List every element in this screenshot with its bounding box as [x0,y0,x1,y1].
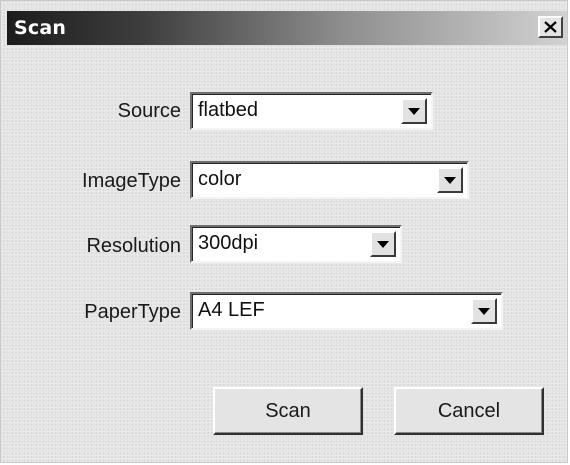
paper-type-dropdown[interactable]: A4 LEF [190,292,503,330]
source-dropdown-arrow[interactable] [401,98,427,124]
resolution-dropdown-arrow[interactable] [370,231,396,257]
resolution-dropdown[interactable]: 300dpi [190,225,402,263]
source-dropdown[interactable]: flatbed [190,92,433,130]
resolution-label: Resolution [86,235,181,257]
image-type-dropdown[interactable]: color [190,161,469,199]
window-title: Scan [14,17,67,39]
paper-type-value: A4 LEF [198,299,265,321]
paper-type-label: PaperType [84,301,181,323]
close-icon [544,21,557,33]
scan-dialog: Scan Source flatbed ImageType color Reso… [0,0,568,463]
image-type-value: color [198,168,242,190]
source-value: flatbed [198,99,259,121]
image-type-label: ImageType [82,170,181,192]
scan-button[interactable]: Scan [213,387,363,435]
image-type-dropdown-arrow[interactable] [437,167,463,193]
chevron-down-icon [408,107,420,115]
paper-type-dropdown-arrow[interactable] [471,298,497,324]
chevron-down-icon [377,240,389,248]
cancel-button[interactable]: Cancel [394,387,544,435]
chevron-down-icon [444,176,456,184]
source-label: Source [117,100,181,122]
resolution-value: 300dpi [198,232,259,254]
close-button[interactable] [538,16,563,38]
chevron-down-icon [478,307,490,315]
title-bar: Scan [7,11,567,45]
